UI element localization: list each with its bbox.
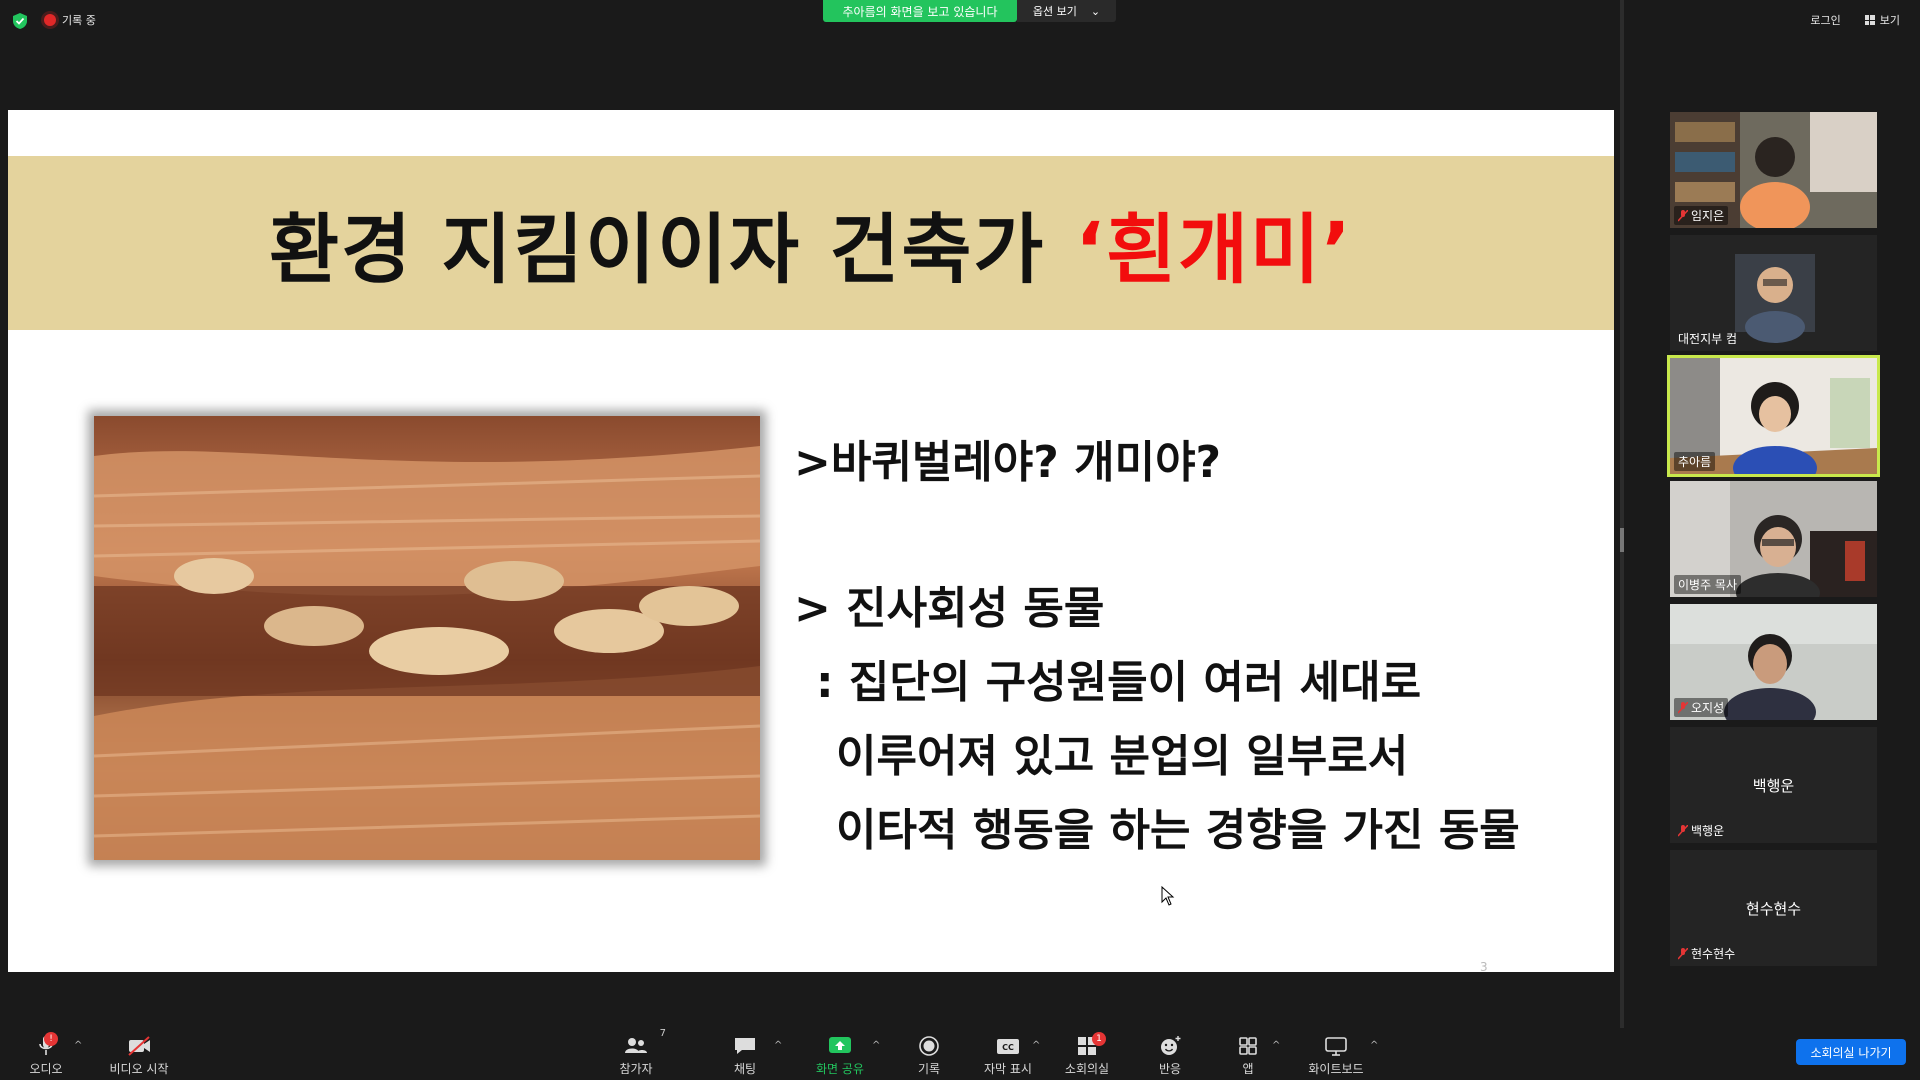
participant-tile[interactable]: 현수현수 현수현수 bbox=[1670, 850, 1877, 966]
mic-off-icon bbox=[1678, 701, 1688, 714]
top-bar: 기록 중 추아름의 화면을 보고 있습니다 옵션 보기 ⌄ 로그인 보기 bbox=[0, 0, 1920, 40]
shield-icon[interactable] bbox=[12, 12, 28, 30]
participants-button[interactable]: 7 참가자 bbox=[616, 1028, 666, 1080]
share-screen-label: 화면 공유 bbox=[816, 1062, 864, 1076]
breakout-rooms-button[interactable]: 1 소회의실 bbox=[1062, 1030, 1112, 1080]
participant-name: 대전지부 컴 bbox=[1678, 332, 1738, 346]
participants-count: 7 bbox=[659, 1028, 666, 1039]
participant-name: 임지은 bbox=[1691, 209, 1725, 223]
audio-label: 오디오 bbox=[29, 1062, 63, 1076]
leave-breakout-room-button[interactable]: 소회의실 나가기 bbox=[1796, 1039, 1906, 1065]
audio-button[interactable]: ! 오디오 bbox=[26, 1030, 66, 1080]
definition-line: : 집단의 구성원들이 여러 세대로 bbox=[816, 657, 1422, 708]
apps-options-caret-icon[interactable]: ^ bbox=[1272, 1040, 1280, 1051]
whiteboard-button[interactable]: 화이트보드 bbox=[1304, 1030, 1368, 1080]
bullet-eusocial: > 진사회성 동물 bbox=[794, 583, 1105, 634]
reactions-button[interactable]: 반응 bbox=[1154, 1030, 1186, 1080]
participant-name: 현수현수 bbox=[1691, 947, 1736, 961]
panel-divider[interactable] bbox=[1620, 0, 1624, 1028]
chevron-down-icon: ⌄ bbox=[1090, 4, 1101, 18]
record-icon bbox=[919, 1036, 939, 1056]
whiteboard-icon bbox=[1325, 1037, 1347, 1056]
share-screen-icon bbox=[829, 1037, 851, 1053]
mic-off-icon bbox=[1678, 947, 1688, 960]
chat-options-caret-icon[interactable]: ^ bbox=[774, 1040, 782, 1051]
record-button[interactable]: 기록 bbox=[913, 1030, 945, 1080]
breakout-count-badge: 1 bbox=[1092, 1032, 1106, 1046]
slide-title-main: 환경 지킴이이자 건축가 bbox=[269, 205, 1046, 294]
definition-line: 이타적 행동을 하는 경향을 가진 동물 bbox=[836, 805, 1520, 856]
apps-button[interactable]: 앱 bbox=[1236, 1030, 1260, 1080]
recording-label: 기록 중 bbox=[62, 14, 96, 27]
viewing-banner: 추아름의 화면을 보고 있습니다 bbox=[823, 0, 1017, 22]
slide-title-accent: ‘흰개미’ bbox=[1075, 205, 1353, 294]
participant-tile[interactable]: 대전지부 컴 bbox=[1670, 235, 1877, 351]
recording-indicator[interactable]: 기록 중 bbox=[44, 12, 96, 28]
participant-name: 오지성 bbox=[1691, 701, 1725, 715]
definition-line: 이루어져 있고 분업의 일부로서 bbox=[836, 731, 1409, 782]
participant-name: 추아름 bbox=[1678, 455, 1712, 469]
meeting-toolbar: ! 오디오 ^ 비디오 시작 7 참가자 채팅 ^ 화면 공유 ^ 기록 CC … bbox=[0, 1028, 1920, 1080]
record-dot-icon bbox=[44, 14, 56, 26]
participant-name: 이병주 목사 bbox=[1678, 578, 1738, 592]
share-screen-button[interactable]: 화면 공유 bbox=[812, 1030, 868, 1080]
mouse-cursor-icon bbox=[1161, 886, 1175, 906]
chat-button[interactable]: 채팅 bbox=[729, 1030, 761, 1080]
mic-off-icon bbox=[1678, 824, 1688, 837]
view-options-label: 옵션 보기 bbox=[1032, 5, 1077, 18]
whiteboard-options-caret-icon[interactable]: ^ bbox=[1370, 1040, 1378, 1051]
captions-options-caret-icon[interactable]: ^ bbox=[1032, 1040, 1040, 1051]
share-options-caret-icon[interactable]: ^ bbox=[872, 1040, 880, 1051]
participant-name: 백행운 bbox=[1691, 824, 1725, 838]
participant-tile[interactable]: 이병주 목사 bbox=[1670, 481, 1877, 597]
record-label: 기록 bbox=[917, 1062, 941, 1076]
termite-photo bbox=[94, 416, 760, 860]
audio-options-caret-icon[interactable]: ^ bbox=[74, 1040, 82, 1051]
participant-tile[interactable]: 임지은 bbox=[1670, 112, 1877, 228]
participants-label: 참가자 bbox=[619, 1062, 653, 1076]
slide-title: 환경 지킴이이자 건축가 ‘흰개미’ bbox=[8, 156, 1614, 330]
chat-label: 채팅 bbox=[733, 1062, 757, 1076]
view-button[interactable]: 보기 bbox=[1864, 12, 1900, 28]
chat-bubble-icon bbox=[735, 1038, 755, 1054]
breakout-rooms-label: 소회의실 bbox=[1064, 1062, 1110, 1076]
start-video-button[interactable]: 비디오 시작 bbox=[104, 1030, 174, 1080]
participant-tile[interactable]: 오지성 bbox=[1670, 604, 1877, 720]
apps-label: 앱 bbox=[1242, 1062, 1254, 1076]
view-options-button[interactable]: 옵션 보기 ⌄ bbox=[1017, 0, 1116, 22]
mic-off-icon bbox=[1678, 209, 1688, 222]
video-off-icon bbox=[128, 1036, 150, 1056]
participant-tile-active-speaker[interactable]: 추아름 bbox=[1667, 355, 1880, 477]
audio-warning-badge: ! bbox=[44, 1032, 58, 1046]
svg-text:CC: CC bbox=[1002, 1043, 1014, 1052]
view-label: 보기 bbox=[1879, 14, 1900, 27]
captions-label: 자막 표시 bbox=[984, 1062, 1032, 1076]
participant-tile[interactable]: 백행운 백행운 bbox=[1670, 727, 1877, 843]
bullet-question: >바퀴벌레야? 개미야? bbox=[794, 437, 1222, 488]
apps-icon bbox=[1239, 1037, 1257, 1055]
shared-screen: 환경 지킴이이자 건축가 ‘흰개미’ >바퀴벌레야? 개미야? > 진사회성 동… bbox=[8, 110, 1614, 972]
login-button[interactable]: 로그인 bbox=[1810, 12, 1840, 28]
participants-icon bbox=[625, 1038, 647, 1053]
whiteboard-label: 화이트보드 bbox=[1308, 1062, 1364, 1076]
slide-page-number: 3 bbox=[1480, 960, 1488, 972]
closed-captions-icon: CC bbox=[997, 1039, 1019, 1054]
reactions-label: 반응 bbox=[1158, 1062, 1182, 1076]
smiley-plus-icon bbox=[1161, 1036, 1181, 1055]
captions-button[interactable]: CC 자막 표시 bbox=[978, 1030, 1038, 1080]
video-label: 비디오 시작 bbox=[109, 1062, 169, 1076]
gallery-grid-icon bbox=[1864, 15, 1875, 25]
divider-drag-handle[interactable] bbox=[1620, 528, 1624, 552]
